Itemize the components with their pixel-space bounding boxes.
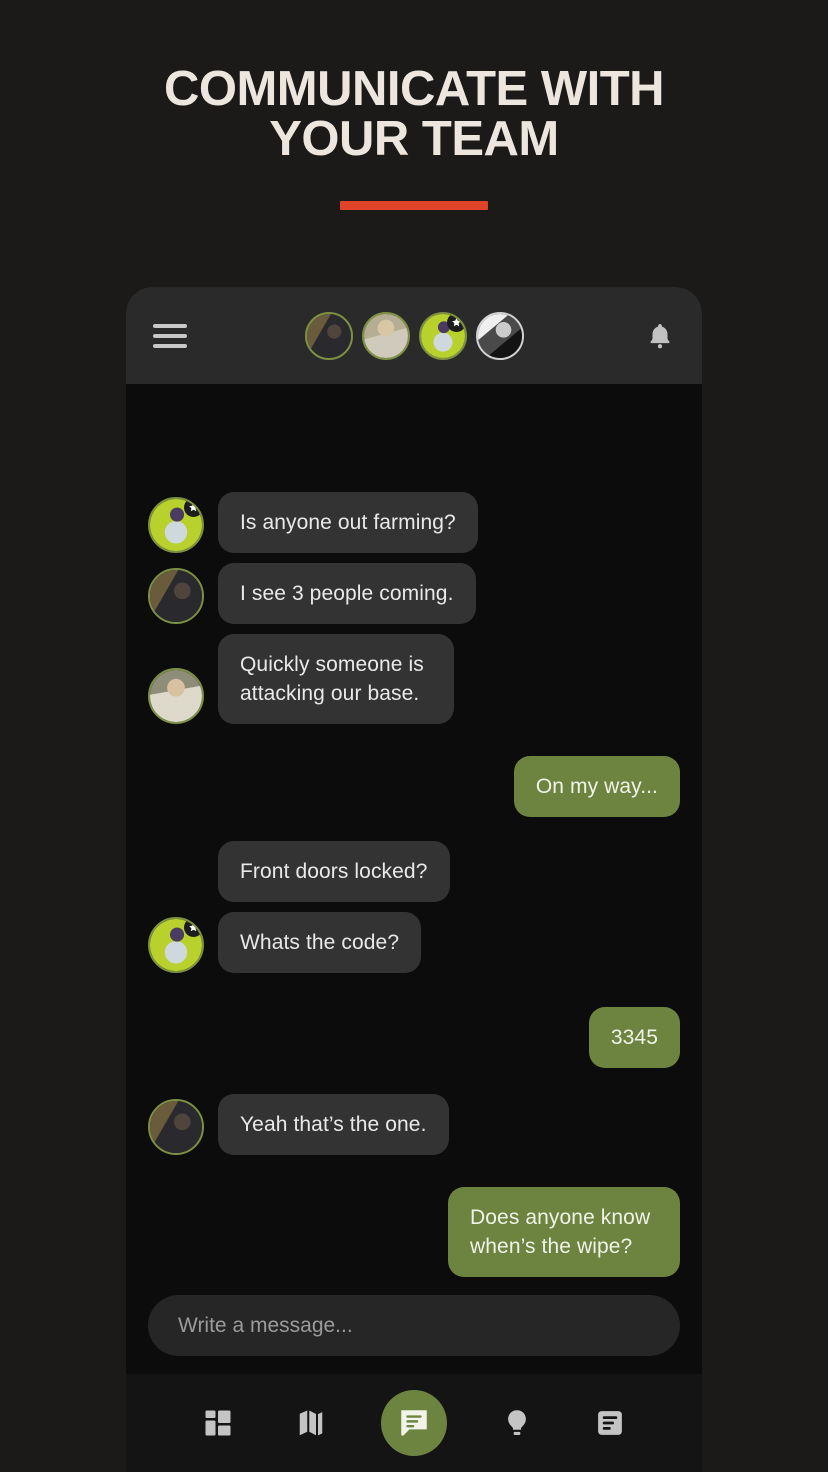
- message-row: Whats the code?: [148, 912, 680, 973]
- avatar-photo: [150, 670, 202, 722]
- message-row: Does anyone know when’s the wipe?: [148, 1187, 680, 1277]
- message-input[interactable]: [148, 1295, 680, 1356]
- avatar-placeholder: [148, 846, 204, 902]
- message-bubble[interactable]: On my way...: [513, 756, 680, 817]
- message-avatar-member-3[interactable]: [148, 917, 204, 973]
- message-row: Front doors locked?: [148, 841, 680, 902]
- chat-bubble-icon: [401, 1410, 427, 1436]
- bell-icon[interactable]: [645, 319, 675, 353]
- avatar-photo: [306, 313, 351, 358]
- star-badge-icon: [184, 919, 202, 937]
- message-bubble[interactable]: Is anyone out farming?: [218, 492, 478, 553]
- message-row: On my way...: [148, 756, 680, 817]
- message-bubble[interactable]: 3345: [588, 1007, 680, 1068]
- bottom-navigation-bar: [126, 1374, 702, 1472]
- article-icon: [597, 1411, 622, 1435]
- avatar-photo: [150, 570, 202, 622]
- lightbulb-icon: [507, 1410, 526, 1435]
- header-avatar-member-4[interactable]: [475, 311, 524, 360]
- message-bubble[interactable]: Front doors locked?: [218, 841, 450, 902]
- nav-item-tips[interactable]: [494, 1400, 540, 1446]
- phone-mockup: Is anyone out farming? I see 3 people co…: [126, 287, 702, 1472]
- message-row: I see 3 people coming.: [148, 563, 680, 624]
- nav-item-news[interactable]: [587, 1400, 633, 1446]
- message-bubble[interactable]: I see 3 people coming.: [218, 563, 476, 624]
- dashboard-grid-icon: [205, 1410, 231, 1436]
- nav-item-map[interactable]: [288, 1400, 334, 1446]
- nav-item-dashboard[interactable]: [195, 1400, 241, 1446]
- hamburger-line: [153, 333, 187, 338]
- star-badge-icon: [184, 499, 202, 517]
- hamburger-menu-icon[interactable]: [153, 323, 187, 348]
- message-avatar-member-1[interactable]: [148, 1099, 204, 1155]
- header-avatar-member-2[interactable]: [361, 311, 410, 360]
- hero-section: COMMUNICATE WITH YOUR TEAM: [0, 64, 828, 210]
- map-icon: [299, 1410, 323, 1436]
- message-row: Is anyone out farming?: [148, 492, 680, 553]
- message-row: Yeah that’s the one.: [148, 1094, 680, 1155]
- hamburger-line: [153, 343, 187, 348]
- page-title: COMMUNICATE WITH YOUR TEAM: [163, 62, 665, 166]
- message-avatar-member-3[interactable]: [148, 497, 204, 553]
- message-bubble[interactable]: Quickly someone is attacking our base.: [218, 634, 454, 724]
- message-row: 3345: [148, 1007, 680, 1068]
- avatar-photo: [477, 313, 522, 358]
- hamburger-line: [153, 323, 187, 328]
- title-underline-accent: [340, 201, 488, 210]
- app-header-bar: [126, 287, 702, 384]
- message-avatar-member-5[interactable]: [148, 668, 204, 724]
- message-composer: [126, 1287, 702, 1374]
- avatar-photo: [363, 313, 408, 358]
- star-badge-icon: [446, 313, 465, 332]
- header-avatar-list: [126, 287, 702, 384]
- message-bubble[interactable]: Yeah that’s the one.: [218, 1094, 449, 1155]
- nav-item-chat[interactable]: [380, 1390, 447, 1456]
- avatar-photo: [150, 1101, 202, 1153]
- message-row: Quickly someone is attacking our base.: [148, 634, 680, 724]
- page-root: COMMUNICATE WITH YOUR TEAM Is anyone out…: [0, 0, 828, 1472]
- message-avatar-member-1[interactable]: [148, 568, 204, 624]
- chat-thread: Is anyone out farming? I see 3 people co…: [126, 384, 702, 1287]
- message-bubble[interactable]: Whats the code?: [218, 912, 422, 973]
- header-avatar-member-1[interactable]: [304, 311, 353, 360]
- header-avatar-member-3[interactable]: [418, 311, 467, 360]
- message-bubble[interactable]: Does anyone know when’s the wipe?: [448, 1187, 680, 1277]
